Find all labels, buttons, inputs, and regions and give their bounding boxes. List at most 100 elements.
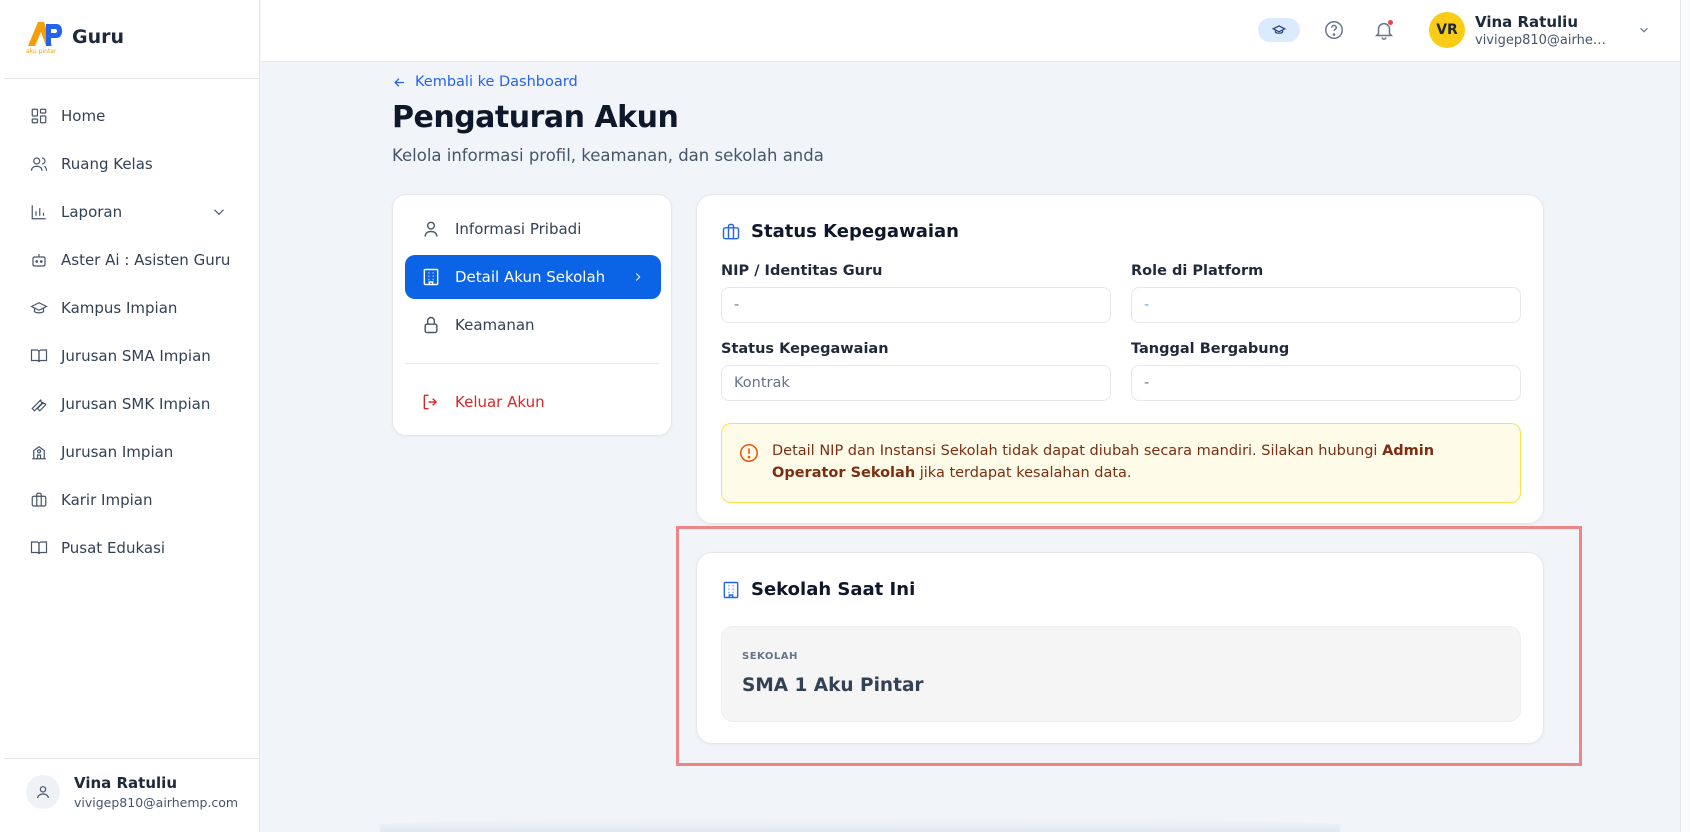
logout-label: Keluar Akun (455, 393, 545, 411)
sidebar-item-label: Laporan (61, 203, 123, 221)
sidebar-item-label: Ruang Kelas (61, 155, 153, 173)
sidebar-item-jurusan-impian[interactable]: Jurusan Impian (0, 428, 260, 476)
help-circle-icon (1325, 21, 1343, 39)
sidebar-user-email: vivigep810@airhemp.com (74, 795, 239, 810)
school-info-box: SEKOLAH SMA 1 Aku Pintar (721, 626, 1521, 722)
chevron-right-icon (635, 273, 641, 281)
sidebar-item-label: Pusat Edukasi (61, 539, 166, 557)
card-title: Status Kepegawaian (721, 221, 959, 242)
lock-icon (424, 316, 438, 334)
logo[interactable]: aku pintar Guru (26, 20, 125, 55)
alert-text: Detail NIP dan Instansi Sekolah tidak da… (772, 443, 1383, 459)
status-field: Status Kepegawaian Kontrak (721, 341, 1111, 401)
sidebar-item-ruang-kelas[interactable]: Ruang Kelas (0, 140, 260, 188)
sidebar-item-home[interactable]: Home (0, 92, 260, 140)
nip-field: NIP / Identitas Guru - (721, 263, 1111, 323)
sidebar-item-label: Jurusan SMK Impian (61, 395, 211, 413)
sidebar-item-label: Jurusan SMA Impian (61, 347, 211, 365)
role-field: Role di Platform - (1131, 263, 1521, 323)
topbar: VR Vina Ratuliu vivigep810@airhemp.... (261, 0, 1680, 62)
scroll-shadow (380, 818, 1340, 832)
sidebar-item-label: Jurusan Impian (61, 443, 174, 461)
chevron-down-icon[interactable] (1637, 23, 1651, 37)
notification-dot (1388, 20, 1393, 25)
sidebar-item-laporan[interactable]: Laporan (0, 188, 260, 236)
info-alert: Detail NIP dan Instansi Sekolah tidak da… (721, 423, 1521, 503)
sidebar-item-pusat-edukasi[interactable]: Pusat Edukasi (0, 524, 260, 572)
book-icon (30, 541, 48, 555)
settings-tab-label: Detail Akun Sekolah (455, 268, 606, 286)
arrow-left-icon (394, 77, 404, 87)
aku-pintar-logo-icon: aku pintar (26, 20, 64, 55)
graduation-cap-icon (1272, 25, 1286, 34)
user-name: Vina Ratuliu (1475, 12, 1578, 31)
back-to-dashboard-link[interactable]: Kembali ke Dashboard (392, 74, 578, 90)
settings-tab-detail-akun-sekolah[interactable]: Detail Akun Sekolah (405, 255, 661, 299)
school-icon (32, 446, 46, 460)
wrench-icon (31, 399, 47, 412)
settings-tab-keamanan[interactable]: Keamanan (405, 303, 661, 347)
card-title-text: Sekolah Saat Ini (751, 579, 916, 600)
joined-field: Tanggal Bergabung - (1131, 341, 1521, 401)
field-label: Tanggal Bergabung (1131, 341, 1290, 357)
sidebar-user-name: Vina Ratuliu (74, 774, 177, 792)
role-label: Guru (72, 26, 125, 48)
book-open-icon (30, 349, 48, 363)
sidebar-item-jurusan-sma[interactable]: Jurusan SMA Impian (0, 332, 260, 380)
avatar: VR (1429, 12, 1465, 48)
grid-icon (31, 108, 47, 124)
building-icon (723, 581, 739, 598)
logout-icon (423, 394, 438, 410)
alert-circle-icon (739, 443, 759, 463)
settings-tab-label: Keamanan (455, 316, 535, 334)
settings-tab-label: Informasi Pribadi (455, 220, 582, 238)
status-value: Kontrak (721, 365, 1111, 401)
bar-chart-icon (31, 205, 46, 220)
sidebar-user-profile[interactable]: Vina Ratuliu vivigep810@airhemp.com (26, 774, 238, 810)
sidebar-item-aster-ai[interactable]: Aster Ai : Asisten Guru (0, 236, 260, 284)
role-value: - (1131, 287, 1521, 323)
users-icon (30, 157, 48, 171)
notification-button[interactable] (1371, 17, 1397, 43)
chevron-down-icon[interactable] (210, 203, 228, 221)
building-icon (423, 268, 439, 286)
school-name: SMA 1 Aku Pintar (742, 675, 924, 696)
logo-small-text: aku pintar (26, 48, 57, 55)
settings-tab-informasi-pribadi[interactable]: Informasi Pribadi (405, 207, 661, 251)
logout-button[interactable]: Keluar Akun (405, 380, 661, 424)
field-label: Role di Platform (1131, 263, 1264, 279)
graduation-mode-button[interactable] (1258, 18, 1300, 42)
sidebar: aku pintar Guru Home Ruang Kelas Laporan… (0, 0, 260, 832)
user-icon (424, 221, 438, 237)
graduation-cap-icon (30, 302, 48, 314)
help-button[interactable] (1321, 17, 1347, 43)
card-title-text: Status Kepegawaian (751, 221, 959, 242)
status-kepegawaian-card: Status Kepegawaian NIP / Identitas Guru … (696, 194, 1544, 524)
user-icon (37, 786, 49, 799)
alert-text-end: jika terdapat kesalahan data. (915, 465, 1132, 481)
back-link-label: Kembali ke Dashboard (415, 74, 578, 90)
sidebar-item-jurusan-smk[interactable]: Jurusan SMK Impian (0, 380, 260, 428)
sidebar-item-karir-impian[interactable]: Karir Impian (0, 476, 260, 524)
page-subtitle: Kelola informasi profil, keamanan, dan s… (392, 146, 824, 165)
page-title: Pengaturan Akun (392, 100, 679, 135)
user-menu[interactable]: VR Vina Ratuliu vivigep810@airhemp.... (1429, 12, 1651, 48)
scrollbar[interactable] (1680, 0, 1690, 832)
divider (4, 758, 259, 759)
divider (405, 363, 659, 364)
divider (4, 78, 259, 79)
nip-value: - (721, 287, 1111, 323)
sidebar-item-label: Home (61, 107, 106, 125)
joined-value: - (1131, 365, 1521, 401)
sidebar-item-label: Karir Impian (61, 491, 153, 509)
school-label: SEKOLAH (742, 651, 798, 662)
sidebar-item-label: Aster Ai : Asisten Guru (61, 251, 231, 269)
sidebar-item-kampus-impian[interactable]: Kampus Impian (0, 284, 260, 332)
settings-menu: Informasi Pribadi Detail Akun Sekolah Ke… (392, 194, 672, 436)
user-email: vivigep810@airhemp.... (1475, 32, 1615, 48)
bot-icon (32, 254, 46, 267)
sekolah-saat-ini-card: Sekolah Saat Ini SEKOLAH SMA 1 Aku Pinta… (696, 552, 1544, 744)
sidebar-nav: Home Ruang Kelas Laporan Aster Ai : Asis… (0, 92, 260, 572)
briefcase-icon (31, 492, 47, 507)
field-label: NIP / Identitas Guru (721, 263, 883, 279)
